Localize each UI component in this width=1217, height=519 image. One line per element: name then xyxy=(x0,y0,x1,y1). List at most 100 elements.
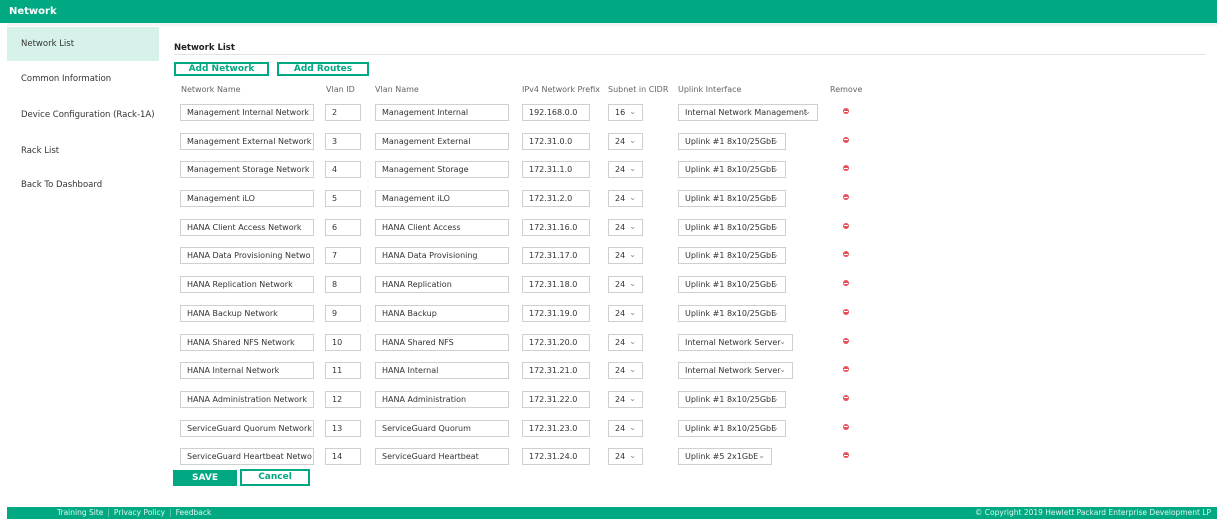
sidebar-item-device-configuration[interactable]: Device Configuration (Rack-1A) xyxy=(7,98,159,132)
remove-icon[interactable] xyxy=(843,165,849,172)
vlan-id-input[interactable]: 4 xyxy=(325,161,361,179)
subnet-cidr-select[interactable]: 24 ⌄ xyxy=(608,419,643,437)
sidebar-item-back-to-dashboard[interactable]: Back To Dashboard xyxy=(7,168,159,202)
vlan-name-input[interactable]: HANA Administration xyxy=(375,390,509,408)
vlan-name-input[interactable]: Management Storage xyxy=(375,161,509,179)
vlan-name-input[interactable]: HANA Data Provisioning xyxy=(375,247,509,265)
ipv4-prefix-input[interactable]: 172.31.19.0 xyxy=(522,304,590,322)
ipv4-prefix-input[interactable]: 172.31.0.0 xyxy=(522,132,590,150)
network-name-input[interactable]: HANA Administration Network xyxy=(180,390,314,408)
vlan-name-input[interactable]: HANA Shared NFS xyxy=(375,333,509,351)
ipv4-prefix-input[interactable]: 172.31.18.0 xyxy=(522,276,590,294)
uplink-interface-select[interactable]: Uplink #1 8x10/25GbE ⌄ xyxy=(678,247,786,265)
subnet-cidr-select[interactable]: 24 ⌄ xyxy=(608,333,643,351)
ipv4-prefix-input[interactable]: 172.31.24.0 xyxy=(522,448,590,466)
network-name-input[interactable]: Management iLO xyxy=(180,190,314,208)
vlan-id-input[interactable]: 14 xyxy=(325,448,361,466)
uplink-interface-select[interactable]: Internal Network Server ⌄ xyxy=(678,333,793,351)
uplink-interface-select[interactable]: Uplink #1 8x10/25GbE ⌄ xyxy=(678,132,786,150)
ipv4-prefix-input[interactable]: 172.31.1.0 xyxy=(522,161,590,179)
ipv4-prefix-input[interactable]: 172.31.2.0 xyxy=(522,190,590,208)
subnet-cidr-select[interactable]: 24 ⌄ xyxy=(608,276,643,294)
add-network-button[interactable]: Add Network xyxy=(174,62,269,76)
ipv4-prefix-input[interactable]: 172.31.17.0 xyxy=(522,247,590,265)
ipv4-prefix-input[interactable]: 172.31.23.0 xyxy=(522,419,590,437)
remove-icon[interactable] xyxy=(843,337,849,344)
network-name-input[interactable]: HANA Backup Network xyxy=(180,304,314,322)
subnet-cidr-select[interactable]: 24 ⌄ xyxy=(608,161,643,179)
ipv4-prefix-input[interactable]: 192.168.0.0 xyxy=(522,104,590,121)
vlan-id-input[interactable]: 5 xyxy=(325,190,361,208)
vlan-id-input[interactable]: 8 xyxy=(325,276,361,294)
vlan-id-input[interactable]: 6 xyxy=(325,218,361,236)
subnet-cidr-select[interactable]: 24 ⌄ xyxy=(608,362,643,380)
remove-icon[interactable] xyxy=(843,251,849,258)
network-name-input[interactable]: Management Internal Network xyxy=(180,104,314,121)
vlan-name-input[interactable]: Management External xyxy=(375,132,509,150)
vlan-id-input[interactable]: 13 xyxy=(325,419,361,437)
remove-icon[interactable] xyxy=(843,136,849,143)
network-name-input[interactable]: HANA Internal Network xyxy=(180,362,314,380)
footer-link-training-site[interactable]: Training Site xyxy=(57,508,103,517)
vlan-id-input[interactable]: 9 xyxy=(325,304,361,322)
subnet-cidr-select[interactable]: 16 ⌄ xyxy=(608,104,643,121)
network-name-input[interactable]: ServiceGuard Quorum Network xyxy=(180,419,314,437)
remove-icon[interactable] xyxy=(843,308,849,315)
network-name-input[interactable]: HANA Data Provisioning Netwo xyxy=(180,247,314,265)
network-name-input[interactable]: HANA Client Access Network xyxy=(180,218,314,236)
network-name-input[interactable]: Management Storage Network xyxy=(180,161,314,179)
subnet-cidr-select[interactable]: 24 ⌄ xyxy=(608,132,643,150)
vlan-id-input[interactable]: 11 xyxy=(325,362,361,380)
vlan-name-input[interactable]: Management Internal xyxy=(375,104,509,121)
uplink-interface-select[interactable]: Internal Network Management ⌄ xyxy=(678,104,818,121)
vlan-name-input[interactable]: HANA Client Access xyxy=(375,218,509,236)
sidebar-item-rack-list[interactable]: Rack List xyxy=(7,134,159,168)
remove-icon[interactable] xyxy=(843,394,849,401)
ipv4-prefix-input[interactable]: 172.31.20.0 xyxy=(522,333,590,351)
uplink-interface-select[interactable]: Internal Network Server ⌄ xyxy=(678,362,793,380)
subnet-cidr-select[interactable]: 24 ⌄ xyxy=(608,247,643,265)
network-name-input[interactable]: HANA Shared NFS Network xyxy=(180,333,314,351)
vlan-id-input[interactable]: 7 xyxy=(325,247,361,265)
subnet-cidr-select[interactable]: 24 ⌄ xyxy=(608,390,643,408)
uplink-interface-select[interactable]: Uplink #1 8x10/25GbE ⌄ xyxy=(678,276,786,294)
remove-icon[interactable] xyxy=(843,194,849,201)
remove-icon[interactable] xyxy=(843,423,849,430)
remove-icon[interactable] xyxy=(843,280,849,287)
uplink-interface-select[interactable]: Uplink #1 8x10/25GbE ⌄ xyxy=(678,218,786,236)
sidebar-item-common-information[interactable]: Common Information xyxy=(7,62,159,96)
save-button[interactable]: SAVE xyxy=(173,470,237,486)
add-routes-button[interactable]: Add Routes xyxy=(277,62,369,76)
uplink-interface-select[interactable]: Uplink #5 2x1GbE ⌄ xyxy=(678,448,772,466)
remove-icon[interactable] xyxy=(843,222,849,229)
network-name-input[interactable]: Management External Network xyxy=(180,132,314,150)
vlan-id-input[interactable]: 3 xyxy=(325,132,361,150)
uplink-interface-select[interactable]: Uplink #1 8x10/25GbE ⌄ xyxy=(678,390,786,408)
vlan-name-input[interactable]: HANA Replication xyxy=(375,276,509,294)
uplink-interface-select[interactable]: Uplink #1 8x10/25GbE ⌄ xyxy=(678,161,786,179)
sidebar-item-network-list[interactable]: Network List xyxy=(7,27,159,61)
remove-icon[interactable] xyxy=(843,366,849,373)
uplink-interface-select[interactable]: Uplink #1 8x10/25GbE ⌄ xyxy=(678,419,786,437)
remove-icon[interactable] xyxy=(843,452,849,459)
cancel-button[interactable]: Cancel xyxy=(240,469,310,486)
vlan-id-input[interactable]: 12 xyxy=(325,390,361,408)
subnet-cidr-select[interactable]: 24 ⌄ xyxy=(608,190,643,208)
uplink-interface-select[interactable]: Uplink #1 8x10/25GbE ⌄ xyxy=(678,304,786,322)
ipv4-prefix-input[interactable]: 172.31.21.0 xyxy=(522,362,590,380)
subnet-cidr-select[interactable]: 24 ⌄ xyxy=(608,218,643,236)
vlan-name-input[interactable]: ServiceGuard Quorum xyxy=(375,419,509,437)
network-name-input[interactable]: ServiceGuard Heartbeat Netwo xyxy=(180,448,314,466)
subnet-cidr-select[interactable]: 24 ⌄ xyxy=(608,448,643,466)
vlan-name-input[interactable]: Management iLO xyxy=(375,190,509,208)
vlan-id-input[interactable]: 2 xyxy=(325,104,361,121)
vlan-name-input[interactable]: ServiceGuard Heartbeat xyxy=(375,448,509,466)
vlan-name-input[interactable]: HANA Internal xyxy=(375,362,509,380)
uplink-interface-select[interactable]: Uplink #1 8x10/25GbE ⌄ xyxy=(678,190,786,208)
footer-link-privacy-policy[interactable]: Privacy Policy xyxy=(114,508,165,517)
ipv4-prefix-input[interactable]: 172.31.16.0 xyxy=(522,218,590,236)
ipv4-prefix-input[interactable]: 172.31.22.0 xyxy=(522,390,590,408)
subnet-cidr-select[interactable]: 24 ⌄ xyxy=(608,304,643,322)
vlan-name-input[interactable]: HANA Backup xyxy=(375,304,509,322)
remove-icon[interactable] xyxy=(843,108,849,114)
